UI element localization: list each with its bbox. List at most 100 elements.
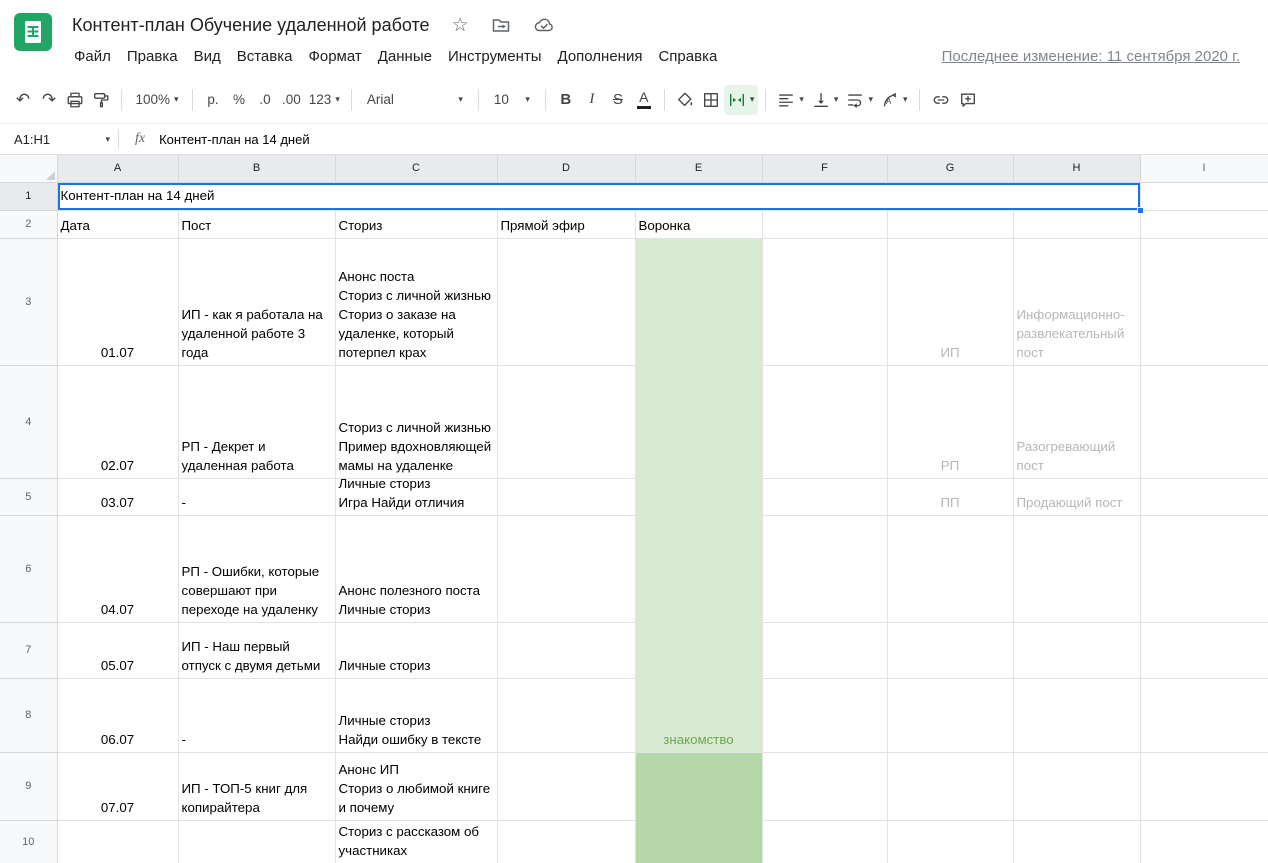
col-header-A[interactable]: A: [57, 155, 179, 183]
insert-comment-button[interactable]: [955, 85, 981, 115]
menu-tools[interactable]: Инструменты: [440, 45, 550, 68]
font-select[interactable]: Arial ▾: [359, 85, 471, 115]
cell-G3[interactable]: ИП: [887, 238, 1014, 366]
col-header-C[interactable]: C: [335, 155, 498, 183]
cell-C5[interactable]: Личные сториз Игра Найди отличия: [335, 478, 498, 516]
cell-F10[interactable]: [762, 820, 888, 863]
cell-E2[interactable]: Воронка: [635, 210, 763, 239]
cell-D6[interactable]: [497, 515, 636, 623]
col-header-E[interactable]: E: [635, 155, 763, 183]
cell-G7[interactable]: [887, 622, 1014, 679]
cell-B6[interactable]: РП - Ошибки, которые совершают при перех…: [178, 515, 336, 623]
cell-I6[interactable]: [1140, 515, 1268, 623]
row-header-4[interactable]: 4: [0, 365, 58, 479]
cell-H4[interactable]: Разогревающий пост: [1013, 365, 1141, 479]
sheets-logo-icon[interactable]: [14, 13, 52, 51]
cell-D8[interactable]: [497, 678, 636, 753]
document-title[interactable]: Контент-план Обучение удаленной работе: [72, 15, 430, 36]
row-header-10[interactable]: 10: [0, 820, 58, 863]
cell-C4[interactable]: Сториз с личной жизнью Пример вдохновляю…: [335, 365, 498, 479]
cell-I2[interactable]: [1140, 210, 1268, 239]
cell-I8[interactable]: [1140, 678, 1268, 753]
cell-B3[interactable]: ИП - как я работала на удаленной работе …: [178, 238, 336, 366]
cell-I10[interactable]: [1140, 820, 1268, 863]
currency-format-button[interactable]: р.: [200, 85, 226, 115]
cell-G2[interactable]: [887, 210, 1014, 239]
name-box[interactable]: A1:H1 ▾: [0, 124, 118, 154]
merge-cells-button[interactable]: ▾: [723, 84, 759, 115]
cell-G8[interactable]: [887, 678, 1014, 753]
cell-C2[interactable]: Сториз: [335, 210, 498, 239]
formula-input[interactable]: Контент-план на 14 дней: [159, 132, 1268, 147]
borders-button[interactable]: [698, 85, 724, 115]
cell-A6[interactable]: 04.07: [57, 515, 179, 623]
cell-I3[interactable]: [1140, 238, 1268, 366]
text-rotation-button[interactable]: A ▾: [877, 85, 912, 115]
cell-A5[interactable]: 03.07: [57, 478, 179, 516]
select-all-corner[interactable]: [0, 155, 58, 183]
cell-H9[interactable]: [1013, 752, 1141, 821]
more-formats-button[interactable]: 123 ▾: [305, 85, 344, 115]
horizontal-align-button[interactable]: ▾: [773, 85, 808, 115]
cell-F6[interactable]: [762, 515, 888, 623]
cell-A1-merged-selected[interactable]: Контент-план на 14 дней: [57, 182, 1144, 214]
cell-B5[interactable]: -: [178, 478, 336, 516]
menu-insert[interactable]: Вставка: [229, 45, 301, 68]
menu-data[interactable]: Данные: [370, 45, 440, 68]
cell-I4[interactable]: [1140, 365, 1268, 479]
cell-F4[interactable]: [762, 365, 888, 479]
cell-C8[interactable]: Личные сториз Найди ошибку в тексте: [335, 678, 498, 753]
cell-A7[interactable]: 05.07: [57, 622, 179, 679]
cell-F3[interactable]: [762, 238, 888, 366]
cell-B4[interactable]: РП - Декрет и удаленная работа: [178, 365, 336, 479]
cell-A4[interactable]: 02.07: [57, 365, 179, 479]
decrease-decimal-button[interactable]: .0: [252, 85, 278, 115]
row-header-3[interactable]: 3: [0, 238, 58, 366]
italic-button[interactable]: I: [579, 85, 605, 115]
col-header-B[interactable]: B: [178, 155, 336, 183]
cell-C10[interactable]: Сториз с рассказом об участниках: [335, 820, 498, 863]
cell-H5[interactable]: Продающий пост: [1013, 478, 1141, 516]
cell-G4[interactable]: РП: [887, 365, 1014, 479]
cell-I1[interactable]: [1140, 182, 1268, 211]
fill-color-button[interactable]: [672, 85, 698, 115]
cell-F8[interactable]: [762, 678, 888, 753]
cell-D10[interactable]: [497, 820, 636, 863]
menu-format[interactable]: Формат: [300, 45, 369, 68]
insert-link-button[interactable]: [927, 85, 955, 115]
cell-C9[interactable]: Анонс ИП Сториз о любимой книге и почему: [335, 752, 498, 821]
row-header-7[interactable]: 7: [0, 622, 58, 679]
cell-D5[interactable]: [497, 478, 636, 516]
menu-view[interactable]: Вид: [186, 45, 229, 68]
cell-A2[interactable]: Дата: [57, 210, 179, 239]
zoom-select[interactable]: 100% ▾: [129, 85, 185, 115]
cell-A10[interactable]: [57, 820, 179, 863]
cell-F5[interactable]: [762, 478, 888, 516]
cell-A9[interactable]: 07.07: [57, 752, 179, 821]
cell-H2[interactable]: [1013, 210, 1141, 239]
redo-button[interactable]: ↷: [36, 85, 62, 115]
cell-D4[interactable]: [497, 365, 636, 479]
cell-D7[interactable]: [497, 622, 636, 679]
cell-I9[interactable]: [1140, 752, 1268, 821]
cell-H8[interactable]: [1013, 678, 1141, 753]
cell-F9[interactable]: [762, 752, 888, 821]
row-header-5[interactable]: 5: [0, 478, 58, 516]
percent-format-button[interactable]: %: [226, 85, 252, 115]
print-button[interactable]: [62, 85, 88, 115]
row-header-9[interactable]: 9: [0, 752, 58, 821]
cell-B8[interactable]: -: [178, 678, 336, 753]
menu-addons[interactable]: Дополнения: [550, 45, 651, 68]
col-header-F[interactable]: F: [762, 155, 888, 183]
cell-A3[interactable]: 01.07: [57, 238, 179, 366]
cell-D9[interactable]: [497, 752, 636, 821]
cell-H7[interactable]: [1013, 622, 1141, 679]
paint-format-button[interactable]: [88, 85, 114, 115]
cell-G10[interactable]: [887, 820, 1014, 863]
cell-B9[interactable]: ИП - ТОП-5 книг для копирайтера: [178, 752, 336, 821]
menu-help[interactable]: Справка: [650, 45, 725, 68]
cell-I7[interactable]: [1140, 622, 1268, 679]
row-header-8[interactable]: 8: [0, 678, 58, 753]
strikethrough-button[interactable]: S: [605, 85, 631, 115]
cell-B2[interactable]: Пост: [178, 210, 336, 239]
